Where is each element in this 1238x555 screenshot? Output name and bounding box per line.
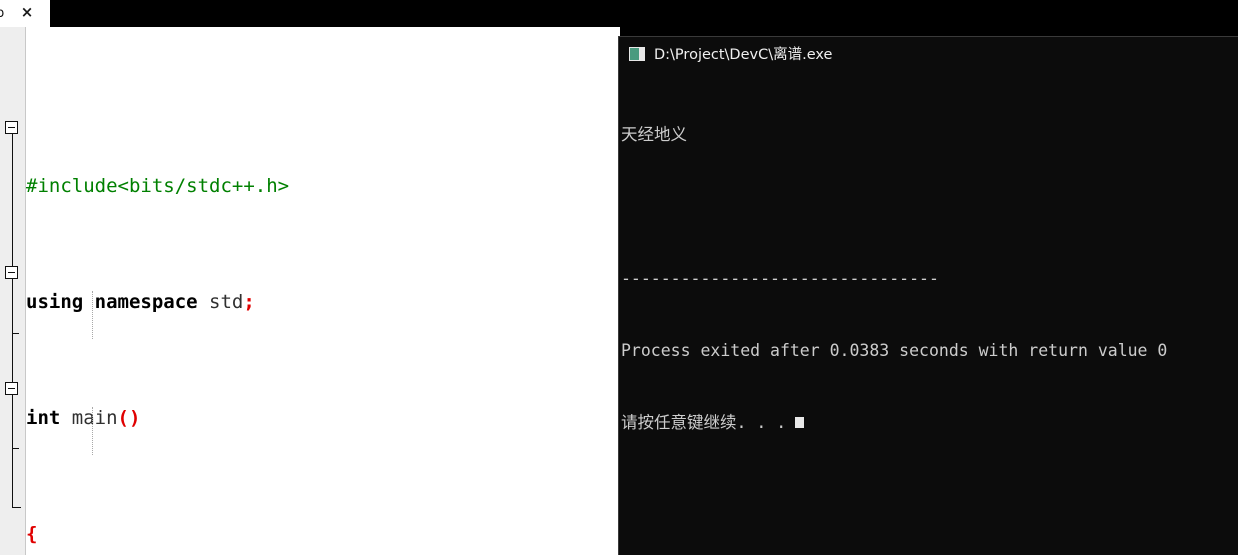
console-window[interactable]: D:\Project\DevC\离谱.exe 天经地义 ------------…: [618, 36, 1238, 555]
token-parens: (): [117, 407, 141, 429]
token-semicolon: ;: [243, 291, 255, 313]
editor-tab-label: p: [0, 6, 5, 21]
token-identifier: main: [60, 407, 118, 429]
fold-tick-else-end: [12, 448, 19, 449]
code-editor-pane[interactable]: #include<bits/stdc++.h> using namespace …: [0, 27, 620, 555]
screen: p × #include<bits/stdc++.h> using namesp…: [0, 0, 1238, 555]
token-brace: {: [26, 523, 38, 545]
fold-spine-main: [12, 134, 13, 507]
console-cursor: [795, 417, 805, 428]
token-identifier: std: [197, 291, 244, 313]
console-exit-message: Process exited after 0.0383 seconds with…: [621, 341, 1168, 360]
console-output-line: 天经地义: [621, 125, 687, 144]
console-output: 天经地义 -------------------------------- Pr…: [619, 70, 1238, 555]
fold-toggle-if-block[interactable]: [5, 266, 18, 279]
console-prompt-line: 请按任意键继续. . .: [621, 411, 1238, 435]
code-text[interactable]: #include<bits/stdc++.h> using namespace …: [26, 27, 620, 555]
fold-end-main: [12, 499, 21, 508]
close-icon[interactable]: ×: [18, 3, 36, 21]
code-line: {: [26, 520, 620, 549]
console-output-blank: [621, 195, 1238, 219]
token-keyword: using namespace: [26, 291, 198, 313]
fold-toggle-else-block[interactable]: [5, 382, 18, 395]
code-fold-gutter[interactable]: [0, 27, 26, 555]
console-titlebar[interactable]: D:\Project\DevC\离谱.exe: [619, 37, 1238, 70]
token-preprocessor: #include<bits/stdc++.h>: [26, 175, 290, 197]
code-line: int main(): [26, 404, 620, 433]
editor-tab-strip: p ×: [0, 0, 1238, 27]
code-line: using namespace std;: [26, 288, 620, 317]
console-title: D:\Project\DevC\离谱.exe: [654, 47, 833, 63]
fold-toggle-main[interactable]: [5, 121, 18, 134]
editor-tab[interactable]: p ×: [0, 0, 50, 27]
console-window-icon: [629, 46, 645, 61]
indent-guide: [92, 291, 93, 339]
code-line: #include<bits/stdc++.h>: [26, 172, 620, 201]
fold-tick-if-end: [12, 333, 19, 334]
console-separator: --------------------------------: [621, 269, 939, 288]
token-keyword: int: [26, 407, 61, 429]
indent-guide: [92, 407, 93, 455]
console-press-key-text: 请按任意键继续. . .: [621, 413, 787, 432]
